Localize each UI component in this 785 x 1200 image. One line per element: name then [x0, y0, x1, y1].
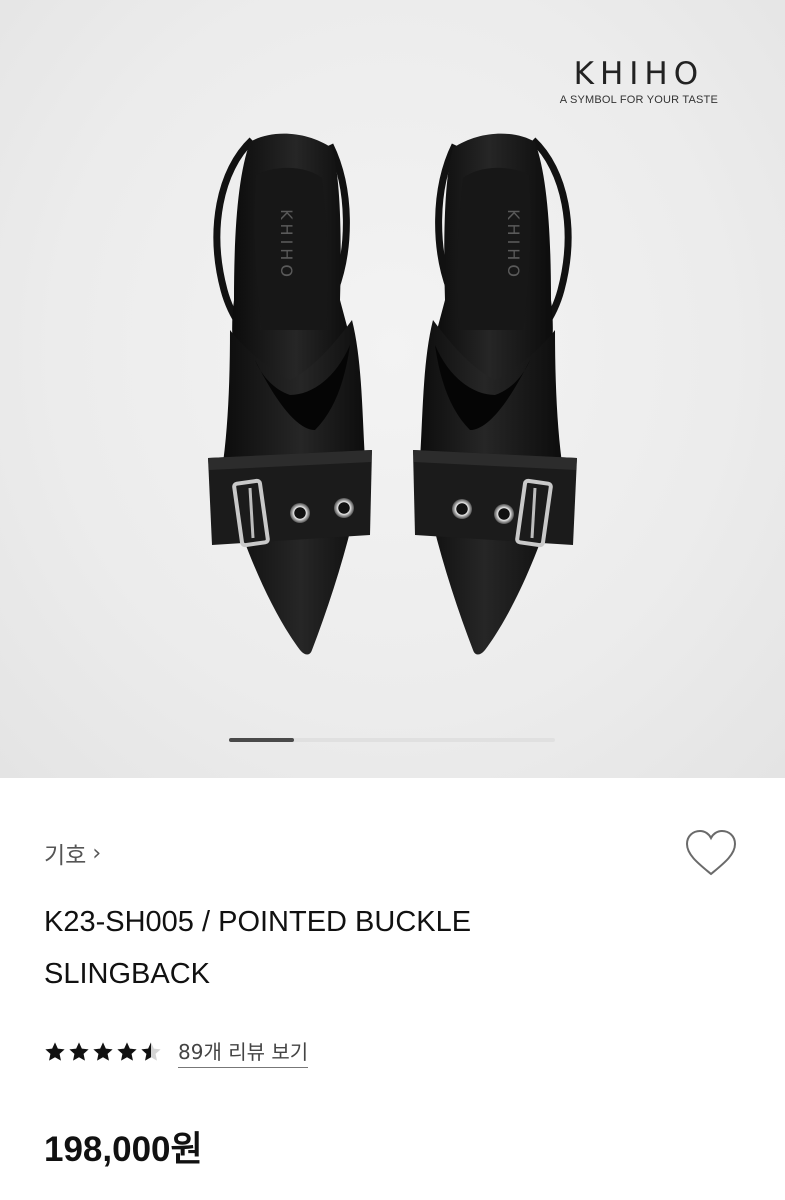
- brand-logo: KHIHO A SYMBOL FOR YOUR TASTE: [560, 56, 718, 106]
- left-shoe: KHIHO: [208, 133, 372, 655]
- product-image: KHIHO KHIHO: [208, 133, 577, 655]
- product-price: 198,000원: [44, 1130, 203, 1169]
- rating-stars: [44, 1041, 162, 1063]
- carousel-indicator-active: [229, 738, 295, 742]
- star-half-icon: [141, 1042, 161, 1061]
- logo-wordmark: KHIHO: [573, 56, 705, 92]
- brand-name: 기호: [44, 843, 87, 869]
- insole-print: KHIHO: [277, 209, 296, 281]
- logo-tagline: A SYMBOL FOR YOUR TASTE: [559, 94, 718, 106]
- star-icon: [69, 1042, 89, 1061]
- brand-link[interactable]: 기호 ›: [44, 836, 101, 870]
- star-icon: [93, 1042, 113, 1061]
- star-icon: [117, 1042, 137, 1061]
- right-shoe: KHIHO: [413, 133, 577, 655]
- product-rating: 89개 리뷰 보기: [44, 1036, 309, 1068]
- carousel-indicator[interactable]: [229, 738, 555, 742]
- insole-print: KHIHO: [504, 209, 523, 281]
- product-image-carousel[interactable]: KHIHO KHIHO KHIHO A SYMBOL FOR YOUR TAST…: [0, 0, 785, 778]
- review-link[interactable]: 89개 리뷰 보기: [178, 1036, 309, 1068]
- chevron-right-icon: ›: [92, 840, 102, 866]
- product-title: K23-SH005 / POINTED BUCKLE SLINGBACK: [44, 906, 472, 990]
- product-info-panel: 기호 › K23-SH005 / POINTED BUCKLE SLINGBAC…: [0, 778, 785, 1200]
- star-icon: [45, 1042, 65, 1061]
- heart-outline-icon[interactable]: [683, 828, 739, 880]
